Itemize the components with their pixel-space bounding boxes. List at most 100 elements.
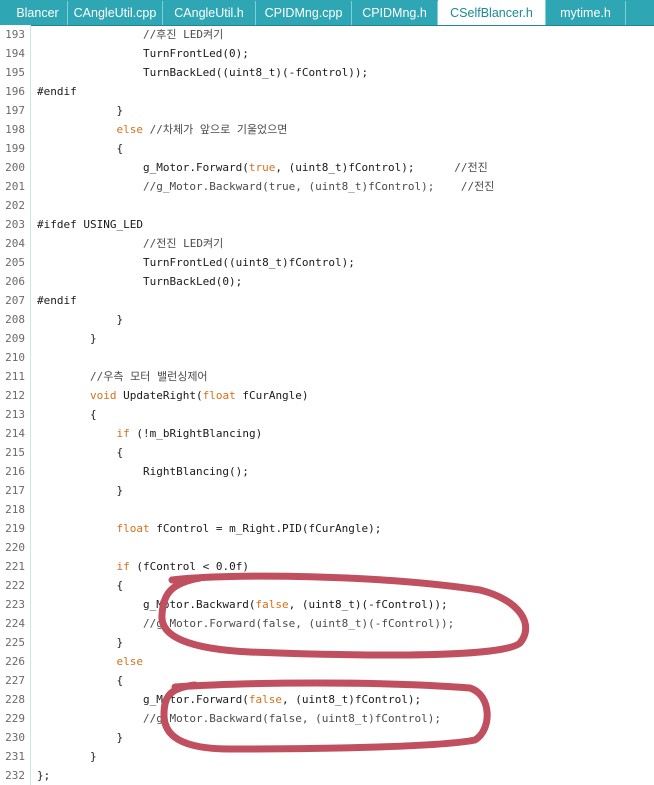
code-line[interactable]: 207 #endif <box>0 291 654 310</box>
code-line[interactable]: 201 //g_Motor.Backward(true, (uint8_t)fC… <box>0 177 654 196</box>
code-text: }; <box>37 769 51 782</box>
code-text: { <box>37 446 124 459</box>
code-text: } <box>37 731 124 744</box>
code-line[interactable]: 215 { <box>0 443 654 462</box>
code-line[interactable]: 202 <box>0 196 654 215</box>
line-number: 220 <box>5 541 25 554</box>
line-number: 202 <box>5 199 25 212</box>
tab-cangleutil-cpp[interactable]: CAngleUtil.cpp <box>68 1 163 25</box>
code-text: TurnFrontLed(0); <box>37 47 249 60</box>
code-line[interactable]: 195 TurnBackLed((uint8_t)(-fControl)); <box>0 63 654 82</box>
code-line[interactable]: 223 g_Motor.Backward(false, (uint8_t)(-f… <box>0 595 654 614</box>
code-line[interactable]: 230 } <box>0 728 654 747</box>
tab-cpidmng-h[interactable]: CPIDMng.h <box>352 1 438 25</box>
code-text: } <box>37 104 124 117</box>
line-number: 228 <box>5 693 25 706</box>
code-line[interactable]: 200 g_Motor.Forward(true, (uint8_t)fCont… <box>0 158 654 177</box>
line-number: 197 <box>5 104 25 117</box>
code-line[interactable]: 199 { <box>0 139 654 158</box>
line-number: 215 <box>5 446 25 459</box>
code-line[interactable]: 208 } <box>0 310 654 329</box>
code-line[interactable]: 217 } <box>0 481 654 500</box>
code-text: { <box>37 674 124 687</box>
code-editor[interactable]: 193 //후진 LED켜기 194 TurnFrontLed(0); 195 Tu… <box>0 25 654 785</box>
code-line[interactable]: 193 //후진 LED켜기 <box>0 25 654 44</box>
line-number: 194 <box>5 47 25 60</box>
line-number: 214 <box>5 427 25 440</box>
code-text: } <box>37 484 124 497</box>
line-number: 211 <box>5 370 25 383</box>
line-number: 203 <box>5 218 25 231</box>
tab-cselfblancer-h[interactable]: CSelfBlancer.h <box>438 0 546 25</box>
code-text: if (!m_bRightBlancing) <box>116 427 263 440</box>
code-text: //우측 모터 밸런싱제어 <box>89 370 208 383</box>
code-text: float fControl = m_Right.PID(fCurAngle); <box>116 522 382 535</box>
code-line[interactable]: 216 RightBlancing(); <box>0 462 654 481</box>
code-line[interactable]: 196 #endif <box>0 82 654 101</box>
line-number: 218 <box>5 503 25 516</box>
code-text: { <box>37 579 124 592</box>
code-line[interactable]: 206 TurnBackLed(0); <box>0 272 654 291</box>
line-number: 213 <box>5 408 25 421</box>
code-line[interactable]: 228 g_Motor.Forward(false, (uint8_t)fCon… <box>0 690 654 709</box>
line-number: 219 <box>5 522 25 535</box>
line-number: 195 <box>5 66 25 79</box>
line-number: 206 <box>5 275 25 288</box>
tab-mytime-h[interactable]: mytime.h <box>546 1 626 25</box>
code-text: { <box>37 142 124 155</box>
line-number: 205 <box>5 256 25 269</box>
code-text: g_Motor.Forward(true, (uint8_t)fControl)… <box>37 161 488 174</box>
code-text: { <box>37 408 97 421</box>
code-line[interactable]: 226 else <box>0 652 654 671</box>
line-number: 212 <box>5 389 25 402</box>
code-text: void UpdateRight(float fCurAngle) <box>89 389 309 402</box>
code-text: g_Motor.Backward(false, (uint8_t)(-fCont… <box>37 598 448 611</box>
line-number: 204 <box>5 237 25 250</box>
code-line[interactable]: 218 <box>0 500 654 519</box>
code-line[interactable]: 219 float fControl = m_Right.PID(fCurAng… <box>0 519 654 538</box>
line-number: 216 <box>5 465 25 478</box>
line-number: 229 <box>5 712 25 725</box>
code-line[interactable]: 214 if (!m_bRightBlancing) <box>0 424 654 443</box>
line-number: 210 <box>5 351 25 364</box>
code-line[interactable]: 227 { <box>0 671 654 690</box>
code-line[interactable]: 197 } <box>0 101 654 120</box>
code-line[interactable]: 213 { <box>0 405 654 424</box>
code-line[interactable]: 204 //전진 LED켜기 <box>0 234 654 253</box>
code-line[interactable]: 210 <box>0 348 654 367</box>
code-line[interactable]: 211 //우측 모터 밸런싱제어 <box>0 367 654 386</box>
code-line[interactable]: 194 TurnFrontLed(0); <box>0 44 654 63</box>
tab-cpidmng-cpp[interactable]: CPIDMng.cpp <box>256 1 352 25</box>
code-line[interactable]: 225 } <box>0 633 654 652</box>
code-line[interactable]: 212 void UpdateRight(float fCurAngle) <box>0 386 654 405</box>
code-line[interactable]: 224 //g_Motor.Forward(false, (uint8_t)(-… <box>0 614 654 633</box>
code-text: TurnBackLed(0); <box>37 275 243 288</box>
line-number: 221 <box>5 560 25 573</box>
code-line[interactable]: 220 <box>0 538 654 557</box>
code-line[interactable]: 231 } <box>0 747 654 766</box>
code-text: RightBlancing(); <box>37 465 249 478</box>
code-text: } <box>37 750 97 763</box>
code-line[interactable]: 222 { <box>0 576 654 595</box>
line-number: 231 <box>5 750 25 763</box>
code-text: //전진 LED켜기 <box>142 237 224 250</box>
code-line[interactable]: 232}; <box>0 766 654 785</box>
code-line[interactable]: 203 #ifdef USING_LED <box>0 215 654 234</box>
code-text: //g_Motor.Forward(false, (uint8_t)(-fCon… <box>142 617 455 630</box>
tab-cangleutil-h[interactable]: CAngleUtil.h <box>163 1 256 25</box>
code-line[interactable]: 221 if (fControl < 0.0f) <box>0 557 654 576</box>
line-number: 193 <box>5 28 25 41</box>
code-line[interactable]: 209 } <box>0 329 654 348</box>
code-text: else <box>116 655 143 668</box>
code-line[interactable]: 205 TurnFrontLed((uint8_t)fControl); <box>0 253 654 272</box>
tab-blancer[interactable]: Blancer <box>0 1 68 25</box>
code-line[interactable]: 198 else //차체가 앞으로 기울었으면 <box>0 120 654 139</box>
line-number: 224 <box>5 617 25 630</box>
line-number: 207 <box>5 294 25 307</box>
line-number: 196 <box>5 85 25 98</box>
line-number: 232 <box>5 769 25 782</box>
line-number: 217 <box>5 484 25 497</box>
line-number: 223 <box>5 598 25 611</box>
code-text: //g_Motor.Backward(true, (uint8_t)fContr… <box>142 180 495 193</box>
code-line[interactable]: 229 //g_Motor.Backward(false, (uint8_t)f… <box>0 709 654 728</box>
